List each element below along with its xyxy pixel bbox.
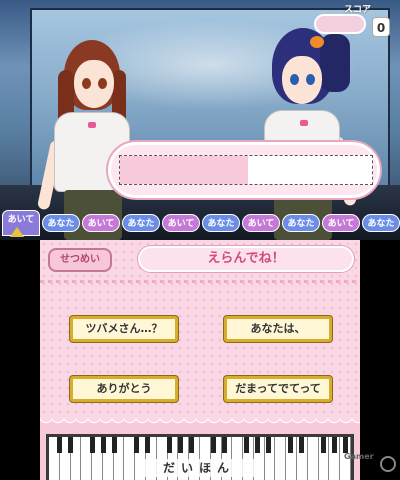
watermark-logo-icon [380,456,396,472]
lace-trim [40,416,360,430]
keyboard-label: だいほん [137,459,261,477]
prompt-banner: えらんでね！ [138,246,354,272]
character-right [250,28,360,240]
site-watermark: Gamer [344,452,398,478]
choice-button-4[interactable]: だまってでてって [224,376,332,402]
choice-button-1[interactable]: ツバメさん…？ [70,316,178,342]
script-keyboard-button[interactable]: だいほん [46,434,354,480]
divider [40,280,360,283]
choice-button-2[interactable]: あなたは、 [224,316,332,342]
turn-tab-row: あいて あなた あいて あなた あいて あなた あいて あなた あいて あなた [0,210,400,240]
watermark-text: Gamer [344,452,374,461]
turn-tab-opponent: あいて [242,214,280,232]
top-screen: スコア 0 あいて あなた あいて あなた あいて あなた あいて あなた あい… [0,0,400,240]
dialogue-bubble [108,142,380,198]
turn-tab-you: あなた [42,214,80,232]
turn-tab-you: あなた [282,214,320,232]
dialogue-highlight [120,156,248,184]
bottom-screen: せつめい えらんでね！ ツバメさん…？ あなたは、 ありがとう だまってでてって… [40,240,360,480]
turn-tab-opponent: あいて [322,214,360,232]
choice-button-3[interactable]: ありがとう [70,376,178,402]
turn-tab-you: あなた [122,214,160,232]
score-value: 0 [372,17,390,37]
score-frame [314,14,366,34]
turn-tab-opponent: あいて [162,214,200,232]
dialogue-text-box [119,155,373,185]
turn-tab-you: あなた [362,214,400,232]
current-turn-arrow-icon [10,227,24,237]
explain-button[interactable]: せつめい [48,248,112,272]
turn-tab-you: あなた [202,214,240,232]
turn-tab-opponent: あいて [82,214,120,232]
